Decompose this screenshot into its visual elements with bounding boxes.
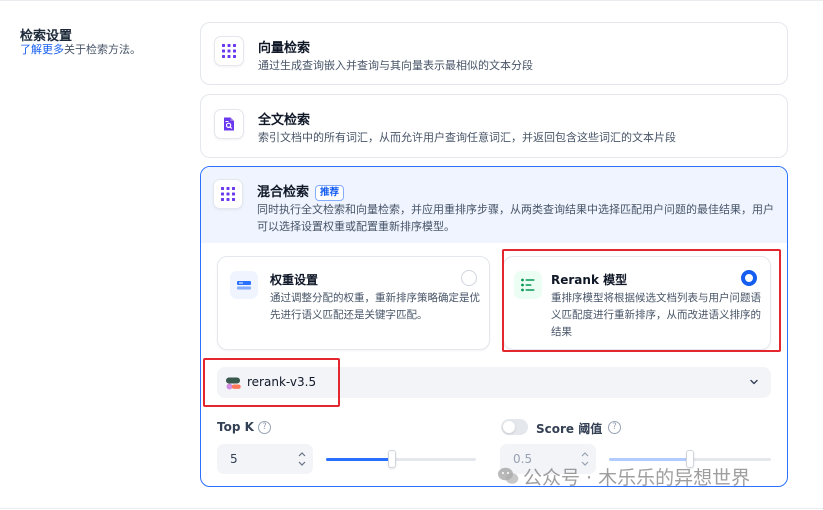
topk-help-icon[interactable]: ? (258, 421, 271, 434)
topk-stepper-icon[interactable] (295, 448, 309, 470)
document-search-icon (214, 109, 244, 139)
score-slider-fill (609, 458, 690, 461)
rerank-model-select[interactable]: rerank-v3.5 (217, 367, 771, 398)
topk-value: 5 (230, 452, 238, 466)
weight-balance-icon (230, 271, 258, 299)
fulltext-search-title: 全文检索 (258, 113, 311, 128)
rerank-model-desc: 重排序模型将根据候选文档列表与用户问题语义匹配度进行重新排序，从而改进语义排序的… (551, 292, 761, 338)
weight-settings-desc: 通过调整分配的权重，重新排序策略确定是优先进行语义匹配还是关键字匹配。 (270, 292, 480, 321)
vector-search-title: 向量检索 (258, 41, 311, 56)
hybrid-search-title-text: 混合检索 (257, 185, 310, 200)
rerank-model-radio[interactable] (741, 270, 757, 286)
top-divider (0, 0, 823, 1)
hybrid-grid-icon (213, 179, 243, 209)
score-threshold-toggle[interactable] (501, 419, 528, 435)
topk-slider-handle[interactable] (388, 450, 396, 468)
toggle-knob (503, 421, 515, 433)
weight-settings-title: 权重设置 (270, 273, 319, 287)
topk-slider-fill (326, 458, 392, 461)
watermark-text: 公众号 · 木乐乐的异想世界 (497, 463, 750, 490)
watermark-label: 公众号 · 木乐乐的异想世界 (523, 467, 751, 489)
section-subtitle-text: 关于检索方法。 (64, 43, 141, 56)
topk-slider[interactable] (326, 458, 476, 461)
vector-search-option[interactable]: 向量检索 通过生成查询嵌入并查询与其向量表示最相似的文本分段 (200, 22, 788, 85)
hybrid-search-title: 混合检索 推荐 (257, 181, 345, 201)
rerank-sort-icon (514, 271, 542, 299)
topk-input[interactable]: 5 (217, 444, 313, 474)
vector-grid-icon (214, 36, 244, 66)
rerank-model-option[interactable]: Rerank 模型 重排序模型将根据候选文档列表与用户问题语义匹配度进行重新排序… (503, 256, 771, 350)
section-subtitle: 了解更多关于检索方法。 (20, 41, 141, 57)
learn-more-link[interactable]: 了解更多 (20, 43, 64, 56)
recommended-badge: 推荐 (315, 185, 345, 201)
hybrid-search-desc: 同时执行全文检索和向量检索，并应用重排序步骤，从两类查询结果中选择匹配用户问题的… (257, 203, 774, 233)
fulltext-search-desc: 索引文档中的所有词汇，从而允许用户查询任意词汇，并返回包含这些词汇的文本片段 (258, 131, 676, 144)
bottom-divider (0, 508, 823, 509)
chevron-down-icon (750, 379, 758, 385)
score-threshold-label: Score 阈值 (536, 422, 603, 436)
vector-search-desc: 通过生成查询嵌入并查询与其向量表示最相似的文本分段 (258, 59, 533, 72)
rerank-model-value: rerank-v3.5 (247, 375, 317, 389)
fulltext-search-option[interactable]: 全文检索 索引文档中的所有词汇，从而允许用户查询任意词汇，并返回包含这些词汇的文… (200, 94, 788, 158)
cohere-logo-icon (225, 375, 241, 391)
weight-settings-radio[interactable] (461, 270, 477, 286)
rerank-model-title: Rerank 模型 (551, 273, 628, 287)
topk-label: Top K (217, 420, 254, 434)
weight-settings-option[interactable]: 权重设置 通过调整分配的权重，重新排序策略确定是优先进行语义匹配还是关键字匹配。 (217, 256, 490, 350)
score-help-icon[interactable]: ? (608, 421, 621, 434)
